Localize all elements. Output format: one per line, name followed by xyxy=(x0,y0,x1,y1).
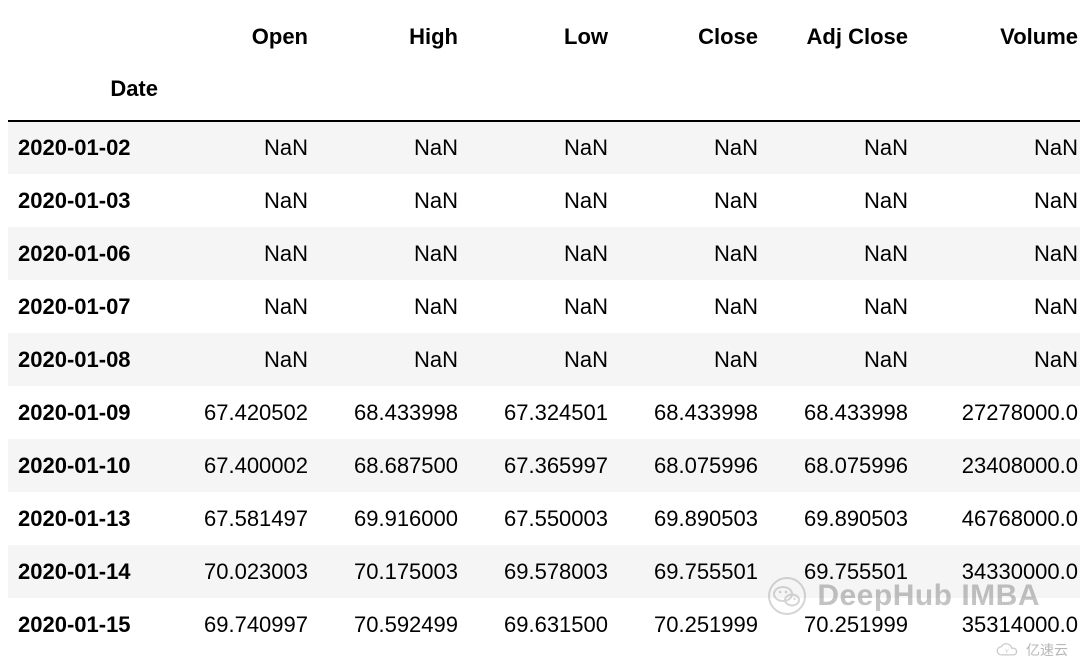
cell-low: NaN xyxy=(468,174,618,227)
stock-price-table: Open High Low Close Adj Close Volume Dat… xyxy=(8,10,1080,651)
cell-close: 68.075996 xyxy=(618,439,768,492)
blank-corner xyxy=(8,10,168,62)
cell-close: NaN xyxy=(618,174,768,227)
row-index-date: 2020-01-07 xyxy=(8,280,168,333)
cell-volume: 46768000.0 xyxy=(918,492,1080,545)
cell-low: 67.324501 xyxy=(468,386,618,439)
table-row: 2020-01-08NaNNaNNaNNaNNaNNaN xyxy=(8,333,1080,386)
cell-close: NaN xyxy=(618,121,768,174)
cell-adj_close: 69.890503 xyxy=(768,492,918,545)
wechat-icon xyxy=(767,576,807,616)
cell-volume: NaN xyxy=(918,333,1080,386)
cell-low: 69.631500 xyxy=(468,598,618,651)
cell-volume: NaN xyxy=(918,227,1080,280)
cell-open: 70.023003 xyxy=(168,545,318,598)
cell-low: NaN xyxy=(468,280,618,333)
row-index-date: 2020-01-13 xyxy=(8,492,168,545)
cell-open: NaN xyxy=(168,333,318,386)
cell-volume: NaN xyxy=(918,121,1080,174)
table-row: 2020-01-03NaNNaNNaNNaNNaNNaN xyxy=(8,174,1080,227)
cell-open: NaN xyxy=(168,280,318,333)
row-index-date: 2020-01-10 xyxy=(8,439,168,492)
row-index-date: 2020-01-09 xyxy=(8,386,168,439)
cell-close: 70.251999 xyxy=(618,598,768,651)
cell-high: NaN xyxy=(318,121,468,174)
cell-open: NaN xyxy=(168,227,318,280)
row-index-date: 2020-01-08 xyxy=(8,333,168,386)
cell-open: NaN xyxy=(168,174,318,227)
table-row: 2020-01-06NaNNaNNaNNaNNaNNaN xyxy=(8,227,1080,280)
cell-adj_close: 68.075996 xyxy=(768,439,918,492)
cell-open: 67.400002 xyxy=(168,439,318,492)
cell-high: 69.916000 xyxy=(318,492,468,545)
cell-close: 68.433998 xyxy=(618,386,768,439)
cell-high: 68.433998 xyxy=(318,386,468,439)
cell-volume: NaN xyxy=(918,174,1080,227)
cell-close: 69.890503 xyxy=(618,492,768,545)
cell-adj_close: NaN xyxy=(768,333,918,386)
cell-high: NaN xyxy=(318,174,468,227)
cell-low: NaN xyxy=(468,227,618,280)
table-row: 2020-01-0967.42050268.43399867.32450168.… xyxy=(8,386,1080,439)
cell-open: 67.420502 xyxy=(168,386,318,439)
cell-high: 70.175003 xyxy=(318,545,468,598)
cell-high: 70.592499 xyxy=(318,598,468,651)
table-row: 2020-01-07NaNNaNNaNNaNNaNNaN xyxy=(8,280,1080,333)
col-low: Low xyxy=(468,10,618,62)
cell-adj_close: 68.433998 xyxy=(768,386,918,439)
watermark-site: Y 亿速云 xyxy=(994,640,1068,660)
cell-volume: 27278000.0 xyxy=(918,386,1080,439)
cell-close: NaN xyxy=(618,227,768,280)
row-index-date: 2020-01-15 xyxy=(8,598,168,651)
table-row: 2020-01-02NaNNaNNaNNaNNaNNaN xyxy=(8,121,1080,174)
cell-high: NaN xyxy=(318,227,468,280)
cell-low: 67.550003 xyxy=(468,492,618,545)
cell-volume: NaN xyxy=(918,280,1080,333)
cell-close: 69.755501 xyxy=(618,545,768,598)
col-high: High xyxy=(318,10,468,62)
cell-volume: 23408000.0 xyxy=(918,439,1080,492)
table-row: 2020-01-1367.58149769.91600067.55000369.… xyxy=(8,492,1080,545)
watermark-brand: DeepHub IMBA xyxy=(767,576,1040,616)
col-close: Close xyxy=(618,10,768,62)
table-body: 2020-01-02NaNNaNNaNNaNNaNNaN2020-01-03Na… xyxy=(8,121,1080,651)
index-label: Date xyxy=(8,62,168,121)
cell-high: NaN xyxy=(318,280,468,333)
row-index-date: 2020-01-03 xyxy=(8,174,168,227)
cell-adj_close: NaN xyxy=(768,280,918,333)
row-index-date: 2020-01-02 xyxy=(8,121,168,174)
cell-adj_close: NaN xyxy=(768,174,918,227)
row-index-date: 2020-01-06 xyxy=(8,227,168,280)
cell-low: 69.578003 xyxy=(468,545,618,598)
cell-high: 68.687500 xyxy=(318,439,468,492)
table-row: 2020-01-1067.40000268.68750067.36599768.… xyxy=(8,439,1080,492)
cell-adj_close: NaN xyxy=(768,121,918,174)
col-open: Open xyxy=(168,10,318,62)
cell-adj_close: NaN xyxy=(768,227,918,280)
row-index-date: 2020-01-14 xyxy=(8,545,168,598)
col-volume: Volume xyxy=(918,10,1080,62)
cell-high: NaN xyxy=(318,333,468,386)
cell-low: NaN xyxy=(468,333,618,386)
cell-low: 67.365997 xyxy=(468,439,618,492)
col-adj-close: Adj Close xyxy=(768,10,918,62)
cell-close: NaN xyxy=(618,333,768,386)
cell-open: 67.581497 xyxy=(168,492,318,545)
cell-close: NaN xyxy=(618,280,768,333)
cell-open: NaN xyxy=(168,121,318,174)
watermark-site-text: 亿速云 xyxy=(1026,640,1068,660)
cell-open: 69.740997 xyxy=(168,598,318,651)
watermark-brand-text: DeepHub IMBA xyxy=(817,579,1040,613)
cloud-icon: Y xyxy=(994,641,1020,659)
cell-low: NaN xyxy=(468,121,618,174)
svg-text:Y: Y xyxy=(1005,648,1010,655)
data-table-container: Open High Low Close Adj Close Volume Dat… xyxy=(0,0,1080,651)
